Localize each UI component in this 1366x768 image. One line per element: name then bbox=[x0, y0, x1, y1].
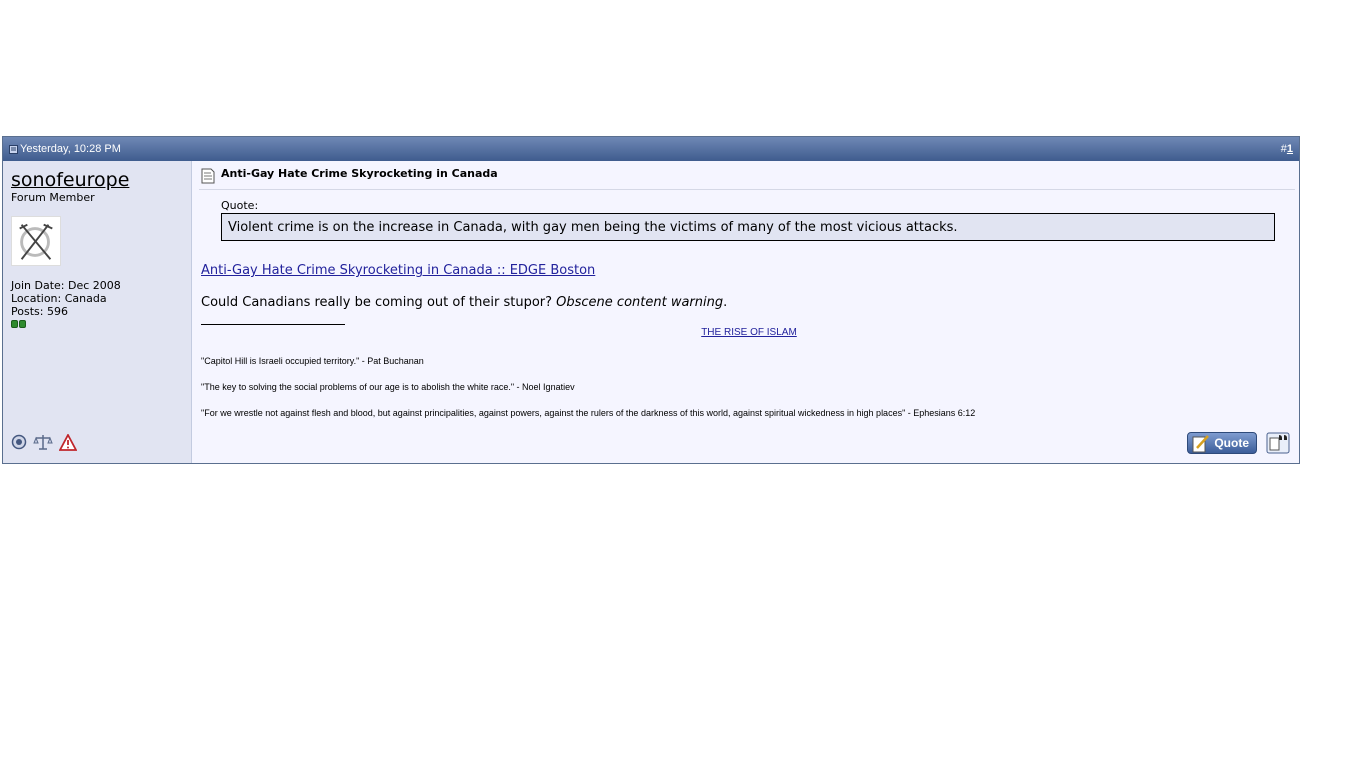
post-number-link[interactable]: 1 bbox=[1287, 143, 1293, 155]
user-sidebar: sonofeurope Forum Member Join Date: Dec … bbox=[3, 161, 192, 463]
quote-pen-icon bbox=[1192, 435, 1209, 453]
quote-button-label: Quote bbox=[1214, 436, 1249, 450]
post-header: Yesterday, 10:28 PM #1 bbox=[3, 137, 1299, 161]
location: Location: Canada bbox=[11, 292, 107, 305]
reputation-pip bbox=[11, 320, 18, 328]
reputation-pip bbox=[19, 320, 26, 328]
post-title: Anti-Gay Hate Crime Skyrocketing in Cana… bbox=[221, 167, 498, 180]
post-count: Posts: 596 bbox=[11, 305, 68, 318]
user-info: Join Date: Dec 2008 Location: Canada Pos… bbox=[11, 279, 121, 318]
user-actions bbox=[11, 433, 77, 451]
report-warning-icon[interactable] bbox=[59, 433, 77, 451]
signature-line: "The key to solving the social problems … bbox=[201, 382, 575, 392]
reputation-scales-icon[interactable] bbox=[33, 433, 53, 451]
post-paragraph: Could Canadians really be coming out of … bbox=[201, 295, 727, 310]
quote-box: Violent crime is on the increase in Cana… bbox=[221, 213, 1275, 241]
online-status-icon bbox=[11, 434, 27, 450]
username-link[interactable]: sonofeurope bbox=[11, 169, 129, 191]
document-icon bbox=[201, 168, 215, 184]
signature-line: "For we wrestle not against flesh and bl… bbox=[201, 408, 976, 418]
post-content: Anti-Gay Hate Crime Skyrocketing in Cana… bbox=[199, 161, 1295, 463]
multi-quote-button[interactable] bbox=[1266, 432, 1290, 454]
post-paragraph-text: Could Canadians really be coming out of … bbox=[201, 295, 553, 310]
reputation-bar bbox=[11, 320, 26, 328]
quote-label: Quote: bbox=[221, 199, 259, 212]
multi-quote-icon bbox=[1266, 432, 1290, 454]
post-paragraph-end: . bbox=[723, 295, 728, 310]
post-title-row: Anti-Gay Hate Crime Skyrocketing in Cana… bbox=[199, 167, 1295, 190]
post-status-icon bbox=[9, 144, 18, 154]
quote-button[interactable]: Quote bbox=[1187, 432, 1257, 454]
post-date-text: Yesterday, 10:28 PM bbox=[20, 143, 121, 155]
signature-line: "Capitol Hill is Israeli occupied territ… bbox=[201, 356, 424, 366]
post-number: #1 bbox=[1281, 143, 1293, 155]
join-date: Join Date: Dec 2008 bbox=[11, 279, 121, 292]
user-title: Forum Member bbox=[11, 191, 95, 204]
avatar-swords-icon bbox=[19, 223, 53, 260]
article-link[interactable]: Anti-Gay Hate Crime Skyrocketing in Cana… bbox=[201, 263, 595, 278]
post-paragraph-emphasis: Obscene content warning bbox=[556, 295, 724, 310]
signature-divider bbox=[201, 324, 345, 325]
avatar[interactable] bbox=[11, 216, 61, 266]
forum-post: Yesterday, 10:28 PM #1 sonofeurope Forum… bbox=[2, 136, 1300, 464]
signature-link[interactable]: THE RISE OF ISLAM bbox=[199, 327, 1299, 338]
post-date: Yesterday, 10:28 PM bbox=[9, 143, 121, 155]
